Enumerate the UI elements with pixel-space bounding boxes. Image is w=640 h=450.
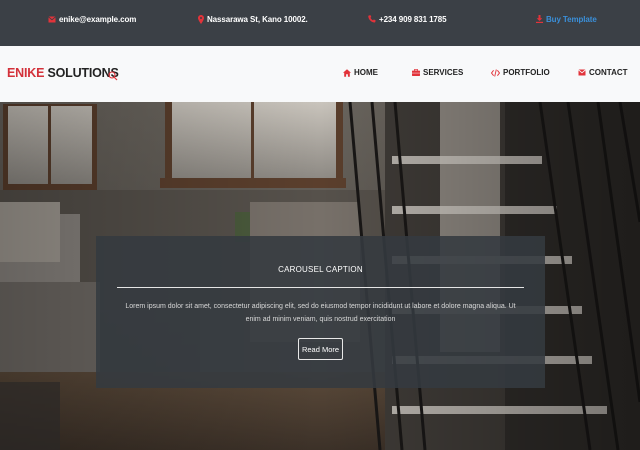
carousel-caption-text: Lorem ipsum dolor sit amet, consectetur …	[125, 303, 516, 323]
download-icon	[536, 15, 543, 23]
topbar-address: Nassarawa St, Kano 10002.	[198, 12, 308, 26]
nav-item-services[interactable]: SERVICES	[412, 68, 463, 77]
caption-divider	[117, 287, 524, 288]
nav-item-home[interactable]: HOME	[343, 68, 378, 77]
topbar-phone[interactable]: +234 909 831 1785	[368, 12, 447, 26]
nav-item-label: HOME	[354, 68, 378, 77]
nav-item-label: PORTFOLIO	[503, 68, 550, 77]
carousel-slide[interactable]: CAROUSEL CAPTION Lorem ipsum dolor sit a…	[0, 102, 640, 450]
brand-logo[interactable]: ENIKE SOLUTIONS	[7, 66, 119, 80]
brand-accent: ENIKE	[7, 66, 45, 80]
topbar-email-text: enike@example.com	[59, 14, 137, 24]
map-marker-icon	[198, 14, 204, 24]
topbar-address-text: Nassarawa St, Kano 10002.	[207, 14, 308, 24]
nav-item-contact[interactable]: CONTACT	[578, 68, 628, 77]
read-more-button[interactable]: Read More	[298, 338, 343, 360]
buy-template-link[interactable]: Buy Template	[536, 12, 597, 26]
carousel-caption-title: CAROUSEL CAPTION	[278, 265, 363, 274]
carousel-caption: CAROUSEL CAPTION Lorem ipsum dolor sit a…	[96, 236, 545, 388]
navbar: ENIKE SOLUTIONS HOME SERVICES PORTFOLIO …	[0, 46, 640, 102]
nav-item-label: CONTACT	[589, 68, 628, 77]
buy-template-text: Buy Template	[546, 14, 597, 24]
envelope-icon	[48, 15, 56, 23]
envelope-icon	[578, 69, 586, 76]
nav-item-label: SERVICES	[423, 68, 464, 77]
search-icon[interactable]	[108, 68, 118, 81]
top-bar: enike@example.com Nassarawa St, Kano 100…	[0, 0, 640, 46]
code-icon	[491, 68, 500, 77]
home-icon	[343, 68, 351, 77]
topbar-email[interactable]: enike@example.com	[48, 12, 136, 26]
phone-icon	[368, 15, 376, 23]
briefcase-icon	[412, 69, 420, 76]
topbar-phone-text: +234 909 831 1785	[379, 14, 447, 24]
nav-item-portfolio[interactable]: PORTFOLIO	[491, 68, 550, 77]
